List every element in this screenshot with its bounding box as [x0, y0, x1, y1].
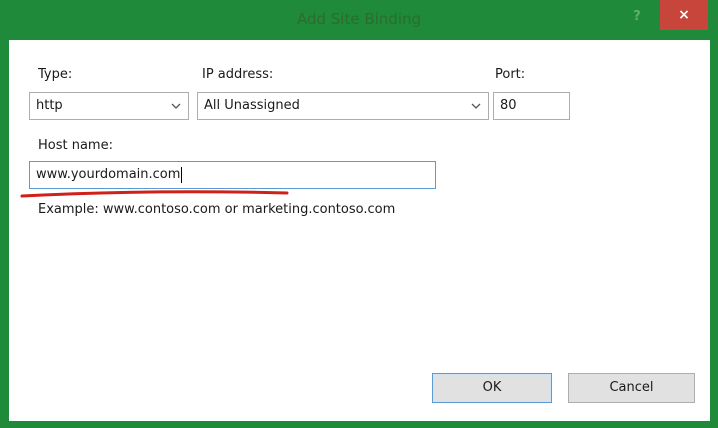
- chevron-down-icon: [170, 93, 182, 119]
- dialog-title: Add Site Binding: [296, 10, 422, 28]
- help-button[interactable]: ?: [624, 6, 650, 28]
- ip-address-dropdown[interactable]: All Unassigned: [197, 92, 489, 120]
- type-value: http: [36, 98, 63, 113]
- host-name-label: Host name:: [38, 138, 113, 153]
- cancel-button[interactable]: Cancel: [568, 373, 695, 403]
- close-icon: ×: [678, 7, 690, 23]
- ok-button[interactable]: OK: [432, 373, 552, 403]
- example-text: Example: www.contoso.com or marketing.co…: [38, 202, 396, 217]
- close-button[interactable]: ×: [660, 0, 708, 30]
- chevron-down-icon: [470, 93, 482, 119]
- dialog-window: Add Site Binding ? × Type: http IP addre…: [0, 0, 718, 428]
- host-name-value: www.yourdomain.com: [36, 167, 181, 182]
- dialog-content: Type: http IP address: All Unassigned Po…: [9, 40, 710, 421]
- ip-address-label: IP address:: [202, 67, 274, 82]
- ip-address-value: All Unassigned: [204, 98, 300, 113]
- type-dropdown[interactable]: http: [29, 92, 189, 120]
- text-cursor: [181, 166, 183, 183]
- type-label: Type:: [38, 67, 73, 82]
- port-value: 80: [500, 98, 517, 113]
- port-label: Port:: [495, 67, 526, 82]
- host-name-input[interactable]: www.yourdomain.com: [29, 161, 436, 189]
- port-input[interactable]: 80: [493, 92, 570, 120]
- title-bar: Add Site Binding ? ×: [0, 0, 718, 40]
